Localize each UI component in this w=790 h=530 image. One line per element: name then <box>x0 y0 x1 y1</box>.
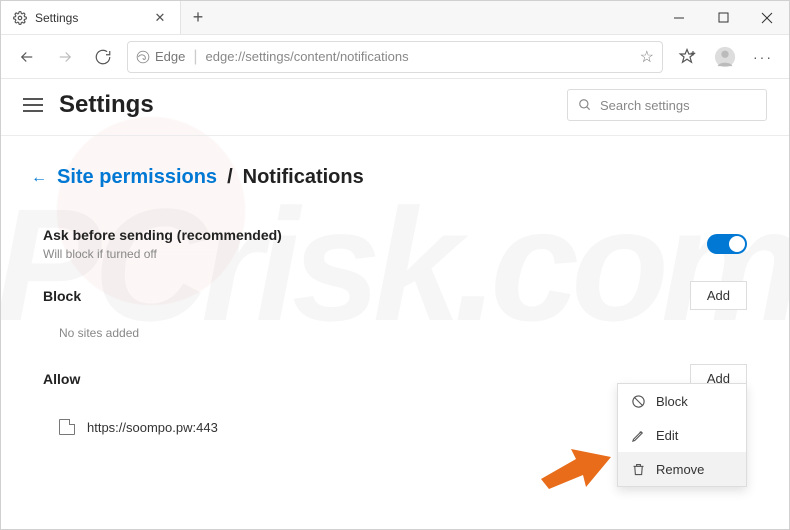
browser-toolbar: Edge | edge://settings/content/notificat… <box>1 35 789 79</box>
edit-icon <box>630 427 646 443</box>
breadcrumb: ← Site permissions / Notifications <box>31 166 759 189</box>
search-placeholder: Search settings <box>600 98 690 113</box>
site-context-menu: Block Edit Remove <box>617 383 747 487</box>
tab-close-icon[interactable]: ✕ <box>152 10 168 26</box>
menu-remove[interactable]: Remove <box>618 452 746 486</box>
search-settings-input[interactable]: Search settings <box>567 89 767 121</box>
menu-edit-label: Edit <box>656 428 678 443</box>
menu-edit[interactable]: Edit <box>618 418 746 452</box>
trash-icon <box>630 461 646 477</box>
menu-block[interactable]: Block <box>618 384 746 418</box>
breadcrumb-current: Notifications <box>243 166 364 189</box>
favorites-button[interactable] <box>669 39 705 75</box>
more-menu-button[interactable]: ··· <box>745 39 781 75</box>
edge-label: Edge <box>136 49 185 64</box>
address-bar[interactable]: Edge | edge://settings/content/notificat… <box>127 41 663 73</box>
ask-before-sending-row: Ask before sending (recommended) Will bl… <box>43 217 747 271</box>
allow-label: Allow <box>43 371 80 387</box>
window-titlebar: Settings ✕ + <box>1 1 789 35</box>
new-tab-button[interactable]: + <box>181 1 215 34</box>
back-button[interactable] <box>9 39 45 75</box>
menu-remove-label: Remove <box>656 462 704 477</box>
breadcrumb-back-icon[interactable]: ← <box>31 169 47 187</box>
site-url: https://soompo.pw:443 <box>87 420 218 435</box>
settings-header: Settings Search settings <box>1 79 789 136</box>
page-title: Settings <box>59 91 154 119</box>
ask-toggle[interactable] <box>707 234 747 254</box>
block-label: Block <box>43 288 81 304</box>
forward-button[interactable] <box>47 39 83 75</box>
url-text: edge://settings/content/notifications <box>206 49 632 64</box>
search-icon <box>578 98 592 112</box>
menu-block-label: Block <box>656 394 688 409</box>
annotation-arrow-icon <box>541 439 611 489</box>
ask-sublabel: Will block if turned off <box>43 247 282 261</box>
edge-icon <box>136 50 150 64</box>
breadcrumb-separator: / <box>227 166 233 189</box>
tab-title: Settings <box>35 11 78 25</box>
refresh-button[interactable] <box>85 39 121 75</box>
block-add-button[interactable]: Add <box>690 281 747 310</box>
ask-label: Ask before sending (recommended) <box>43 227 282 243</box>
block-icon <box>630 393 646 409</box>
page-icon <box>59 419 75 435</box>
favorite-star-icon[interactable]: ☆ <box>640 47 654 67</box>
breadcrumb-link[interactable]: Site permissions <box>57 166 217 189</box>
window-minimize-button[interactable] <box>657 1 701 34</box>
gear-icon <box>13 11 27 25</box>
block-section-header: Block Add <box>43 271 747 320</box>
window-maximize-button[interactable] <box>701 1 745 34</box>
profile-button[interactable] <box>707 39 743 75</box>
block-empty-text: No sites added <box>43 320 747 354</box>
hamburger-menu-icon[interactable] <box>23 98 43 112</box>
window-close-button[interactable] <box>745 1 789 34</box>
browser-tab[interactable]: Settings ✕ <box>1 1 181 34</box>
